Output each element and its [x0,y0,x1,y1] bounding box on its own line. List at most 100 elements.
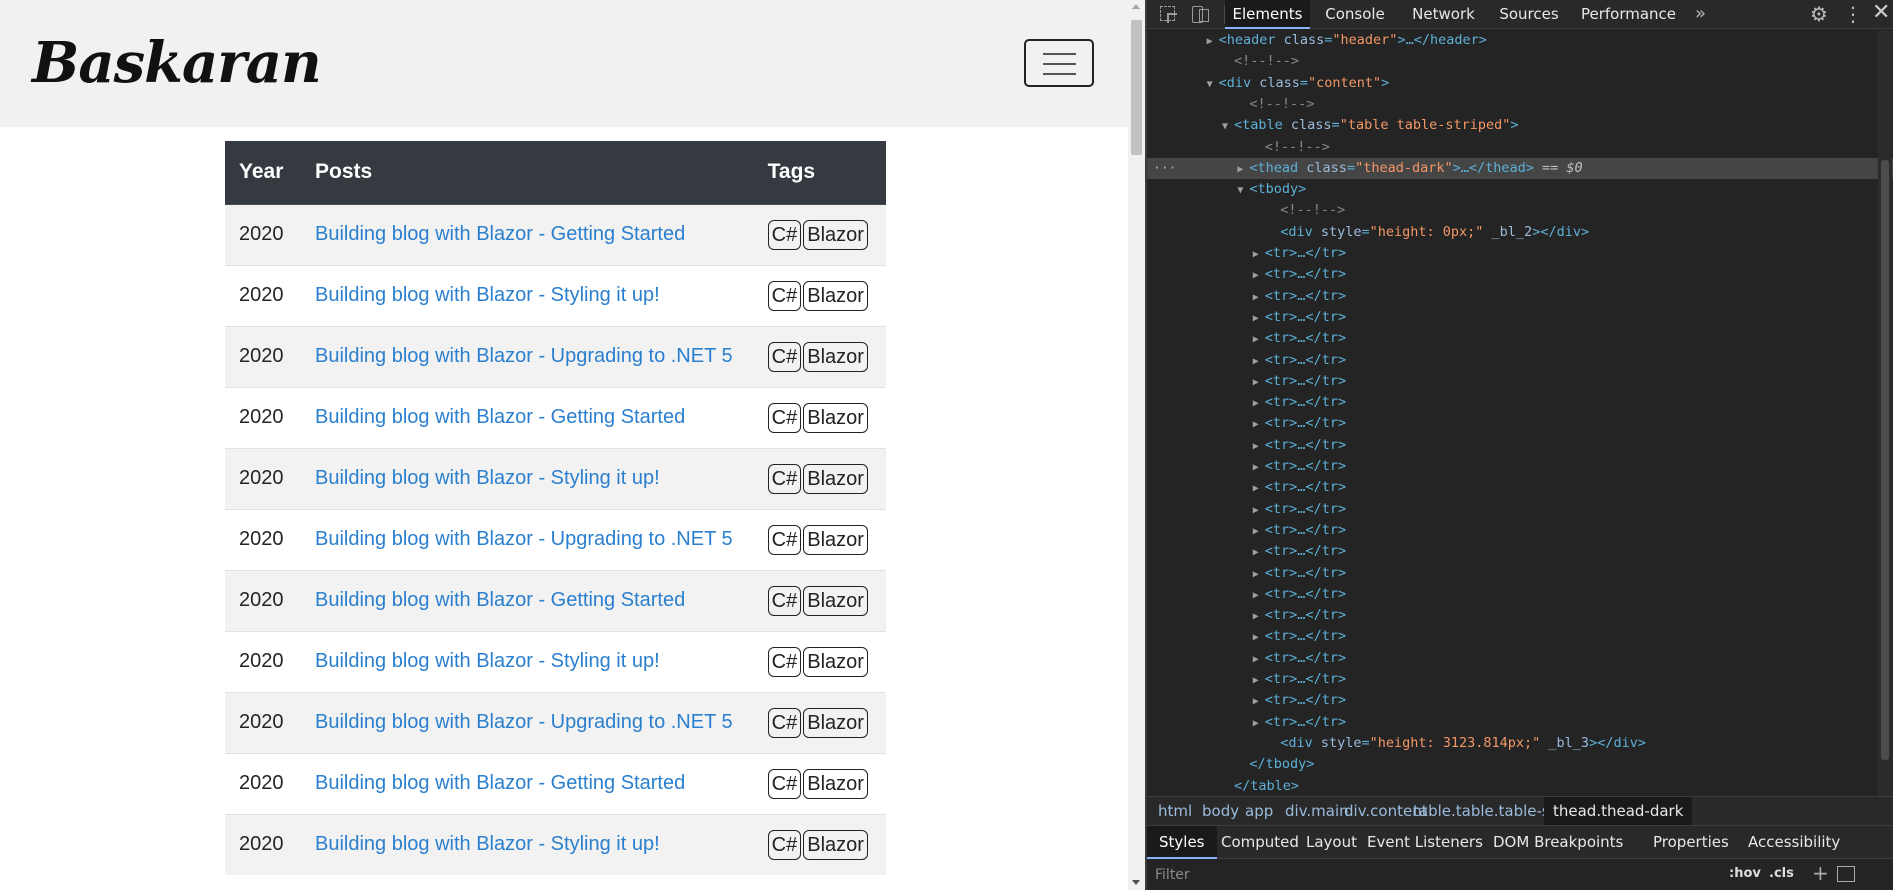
tag-badge[interactable]: Blazor [803,524,868,555]
tag-badge[interactable]: C# [767,829,802,860]
tag-badge[interactable]: Blazor [803,463,868,494]
dom-node[interactable]: <div style="height: 3123.814px;" _bl_3><… [1147,733,1893,754]
expand-triangle-icon[interactable]: ▶ [1253,542,1265,563]
tab-network[interactable]: Network [1400,0,1487,29]
tag-badge[interactable]: C# [767,402,802,433]
subtab-dom-breakpoints[interactable]: DOM Breakpoints [1481,826,1635,859]
dom-node[interactable]: ▶ <tr>…</tr> [1147,350,1893,371]
dom-node[interactable]: ▶ <tr>…</tr> [1147,541,1893,562]
tag-badge[interactable]: Blazor [803,402,868,433]
expand-triangle-icon[interactable]: ▶ [1253,627,1265,648]
styles-filter-input[interactable] [1155,864,1655,886]
expand-triangle-icon[interactable]: ▶ [1253,500,1265,521]
expand-triangle-icon[interactable]: ▶ [1253,649,1265,670]
subtab-event-listeners[interactable]: Event Listeners [1355,826,1495,859]
dom-node[interactable]: <!--!--> [1147,94,1893,115]
dom-node[interactable]: ▶ <tr>…</tr> [1147,626,1893,647]
tag-badge[interactable]: Blazor [803,829,868,860]
dom-node[interactable]: ▶ <tr>…</tr> [1147,584,1893,605]
dom-node[interactable]: ▼ <table class="table table-striped"> [1147,115,1893,136]
tab-console[interactable]: Console [1310,0,1400,29]
dom-node[interactable]: ▶ <tr>…</tr> [1147,669,1893,690]
tag-badge[interactable]: Blazor [803,280,868,311]
page-scrollbar[interactable] [1128,0,1145,890]
post-link[interactable]: Building blog with Blazor - Upgrading to… [315,345,733,367]
breadcrumb-item[interactable]: thead.thead-dark [1544,797,1693,825]
dom-node[interactable]: <!--!--> [1147,137,1893,158]
tag-badge[interactable]: C# [767,219,802,250]
dom-node[interactable]: ▶ <tr>…</tr> [1147,243,1893,264]
scrollbar-thumb[interactable] [1881,160,1889,760]
post-link[interactable]: Building blog with Blazor - Getting Star… [315,589,685,611]
dom-node[interactable]: ▶ <tr>…</tr> [1147,392,1893,413]
dom-node[interactable]: ▶ <tr>…</tr> [1147,435,1893,456]
inspect-element-icon[interactable] [1158,4,1178,24]
collapse-triangle-icon[interactable]: ▼ [1207,74,1219,95]
post-link[interactable]: Building blog with Blazor - Styling it u… [315,284,660,306]
post-link[interactable]: Building blog with Blazor - Getting Star… [315,223,685,245]
add-style-rule-icon[interactable]: + [1812,861,1829,885]
expand-triangle-icon[interactable]: ▶ [1253,521,1265,542]
post-link[interactable]: Building blog with Blazor - Styling it u… [315,650,660,672]
dom-node[interactable]: ▶ <tr>…</tr> [1147,328,1893,349]
tag-badge[interactable]: C# [767,707,802,738]
dom-node-selected[interactable]: ··· ▶ <thead class="thead-dark">…</thead> … [1147,157,1893,179]
post-link[interactable]: Building blog with Blazor - Styling it u… [315,833,660,855]
dom-tree-scrollbar[interactable] [1878,30,1892,796]
tag-badge[interactable]: C# [767,341,802,372]
tag-badge[interactable]: C# [767,280,802,311]
dom-node[interactable]: ▶ <tr>…</tr> [1147,456,1893,477]
tag-badge[interactable]: C# [767,463,802,494]
dom-node[interactable]: <!--!--> [1147,200,1893,221]
expand-triangle-icon[interactable]: ▶ [1207,31,1219,52]
post-link[interactable]: Building blog with Blazor - Getting Star… [315,406,685,428]
subtab-properties[interactable]: Properties [1641,826,1741,859]
hamburger-menu-button[interactable] [1024,39,1094,87]
post-link[interactable]: Building blog with Blazor - Upgrading to… [315,528,733,550]
tab-elements[interactable]: Elements [1225,0,1310,29]
expand-triangle-icon[interactable]: ▶ [1253,308,1265,329]
tag-badge[interactable]: C# [767,646,802,677]
dom-node[interactable]: ▼ <div class="content"> [1147,73,1893,94]
expand-triangle-icon[interactable]: ▶ [1253,414,1265,435]
dom-node[interactable]: ▶ <tr>…</tr> [1147,499,1893,520]
expand-triangle-icon[interactable]: ▶ [1253,372,1265,393]
post-link[interactable]: Building blog with Blazor - Upgrading to… [315,711,733,733]
scroll-up-arrow-icon[interactable] [1132,4,1140,9]
expand-triangle-icon[interactable]: ▶ [1253,287,1265,308]
dom-node[interactable]: ▶ <tr>…</tr> [1147,520,1893,541]
expand-triangle-icon[interactable]: ▶ [1253,670,1265,691]
tag-badge[interactable]: Blazor [803,585,868,616]
dom-node[interactable]: ▼ <tbody> [1147,179,1893,200]
dom-node[interactable]: ▶ <tr>…</tr> [1147,264,1893,285]
scroll-down-arrow-icon[interactable] [1132,880,1140,885]
tag-badge[interactable]: C# [767,768,802,799]
kebab-menu-icon[interactable]: ⋮ [1843,2,1863,26]
tab-performance[interactable]: Performance [1571,0,1686,29]
expand-triangle-icon[interactable]: ▶ [1253,564,1265,585]
expand-triangle-icon[interactable]: ▶ [1253,691,1265,712]
expand-triangle-icon[interactable]: ▶ [1253,244,1265,265]
expand-triangle-icon[interactable]: ▶ [1253,478,1265,499]
tag-badge[interactable]: C# [767,524,802,555]
post-link[interactable]: Building blog with Blazor - Styling it u… [315,467,660,489]
expand-triangle-icon[interactable]: ▶ [1253,713,1265,734]
dom-node[interactable]: ▶ <tr>…</tr> [1147,712,1893,733]
dom-node[interactable]: <div style="height: 0px;" _bl_2></div> [1147,222,1893,243]
collapse-triangle-icon[interactable]: ▼ [1222,116,1234,137]
hover-state-button[interactable]: :hov [1729,866,1761,881]
dom-node[interactable]: ▶ <tr>…</tr> [1147,690,1893,711]
dom-node[interactable]: ▶ <tr>…</tr> [1147,307,1893,328]
dom-node[interactable]: ▶ <tr>…</tr> [1147,477,1893,498]
dom-node[interactable]: ▶ <tr>…</tr> [1147,371,1893,392]
tag-badge[interactable]: Blazor [803,707,868,738]
subtab-accessibility[interactable]: Accessibility [1736,826,1852,859]
computed-sidebar-toggle-icon[interactable] [1837,866,1855,882]
dom-node[interactable]: </table> [1147,776,1893,797]
class-toggle-button[interactable]: .cls [1769,866,1794,881]
post-link[interactable]: Building blog with Blazor - Getting Star… [315,772,685,794]
dom-node[interactable]: ▶ <tr>…</tr> [1147,286,1893,307]
expand-triangle-icon[interactable]: ▶ [1253,606,1265,627]
expand-triangle-icon[interactable]: ▶ [1253,457,1265,478]
dom-node[interactable]: ▶ <tr>…</tr> [1147,605,1893,626]
